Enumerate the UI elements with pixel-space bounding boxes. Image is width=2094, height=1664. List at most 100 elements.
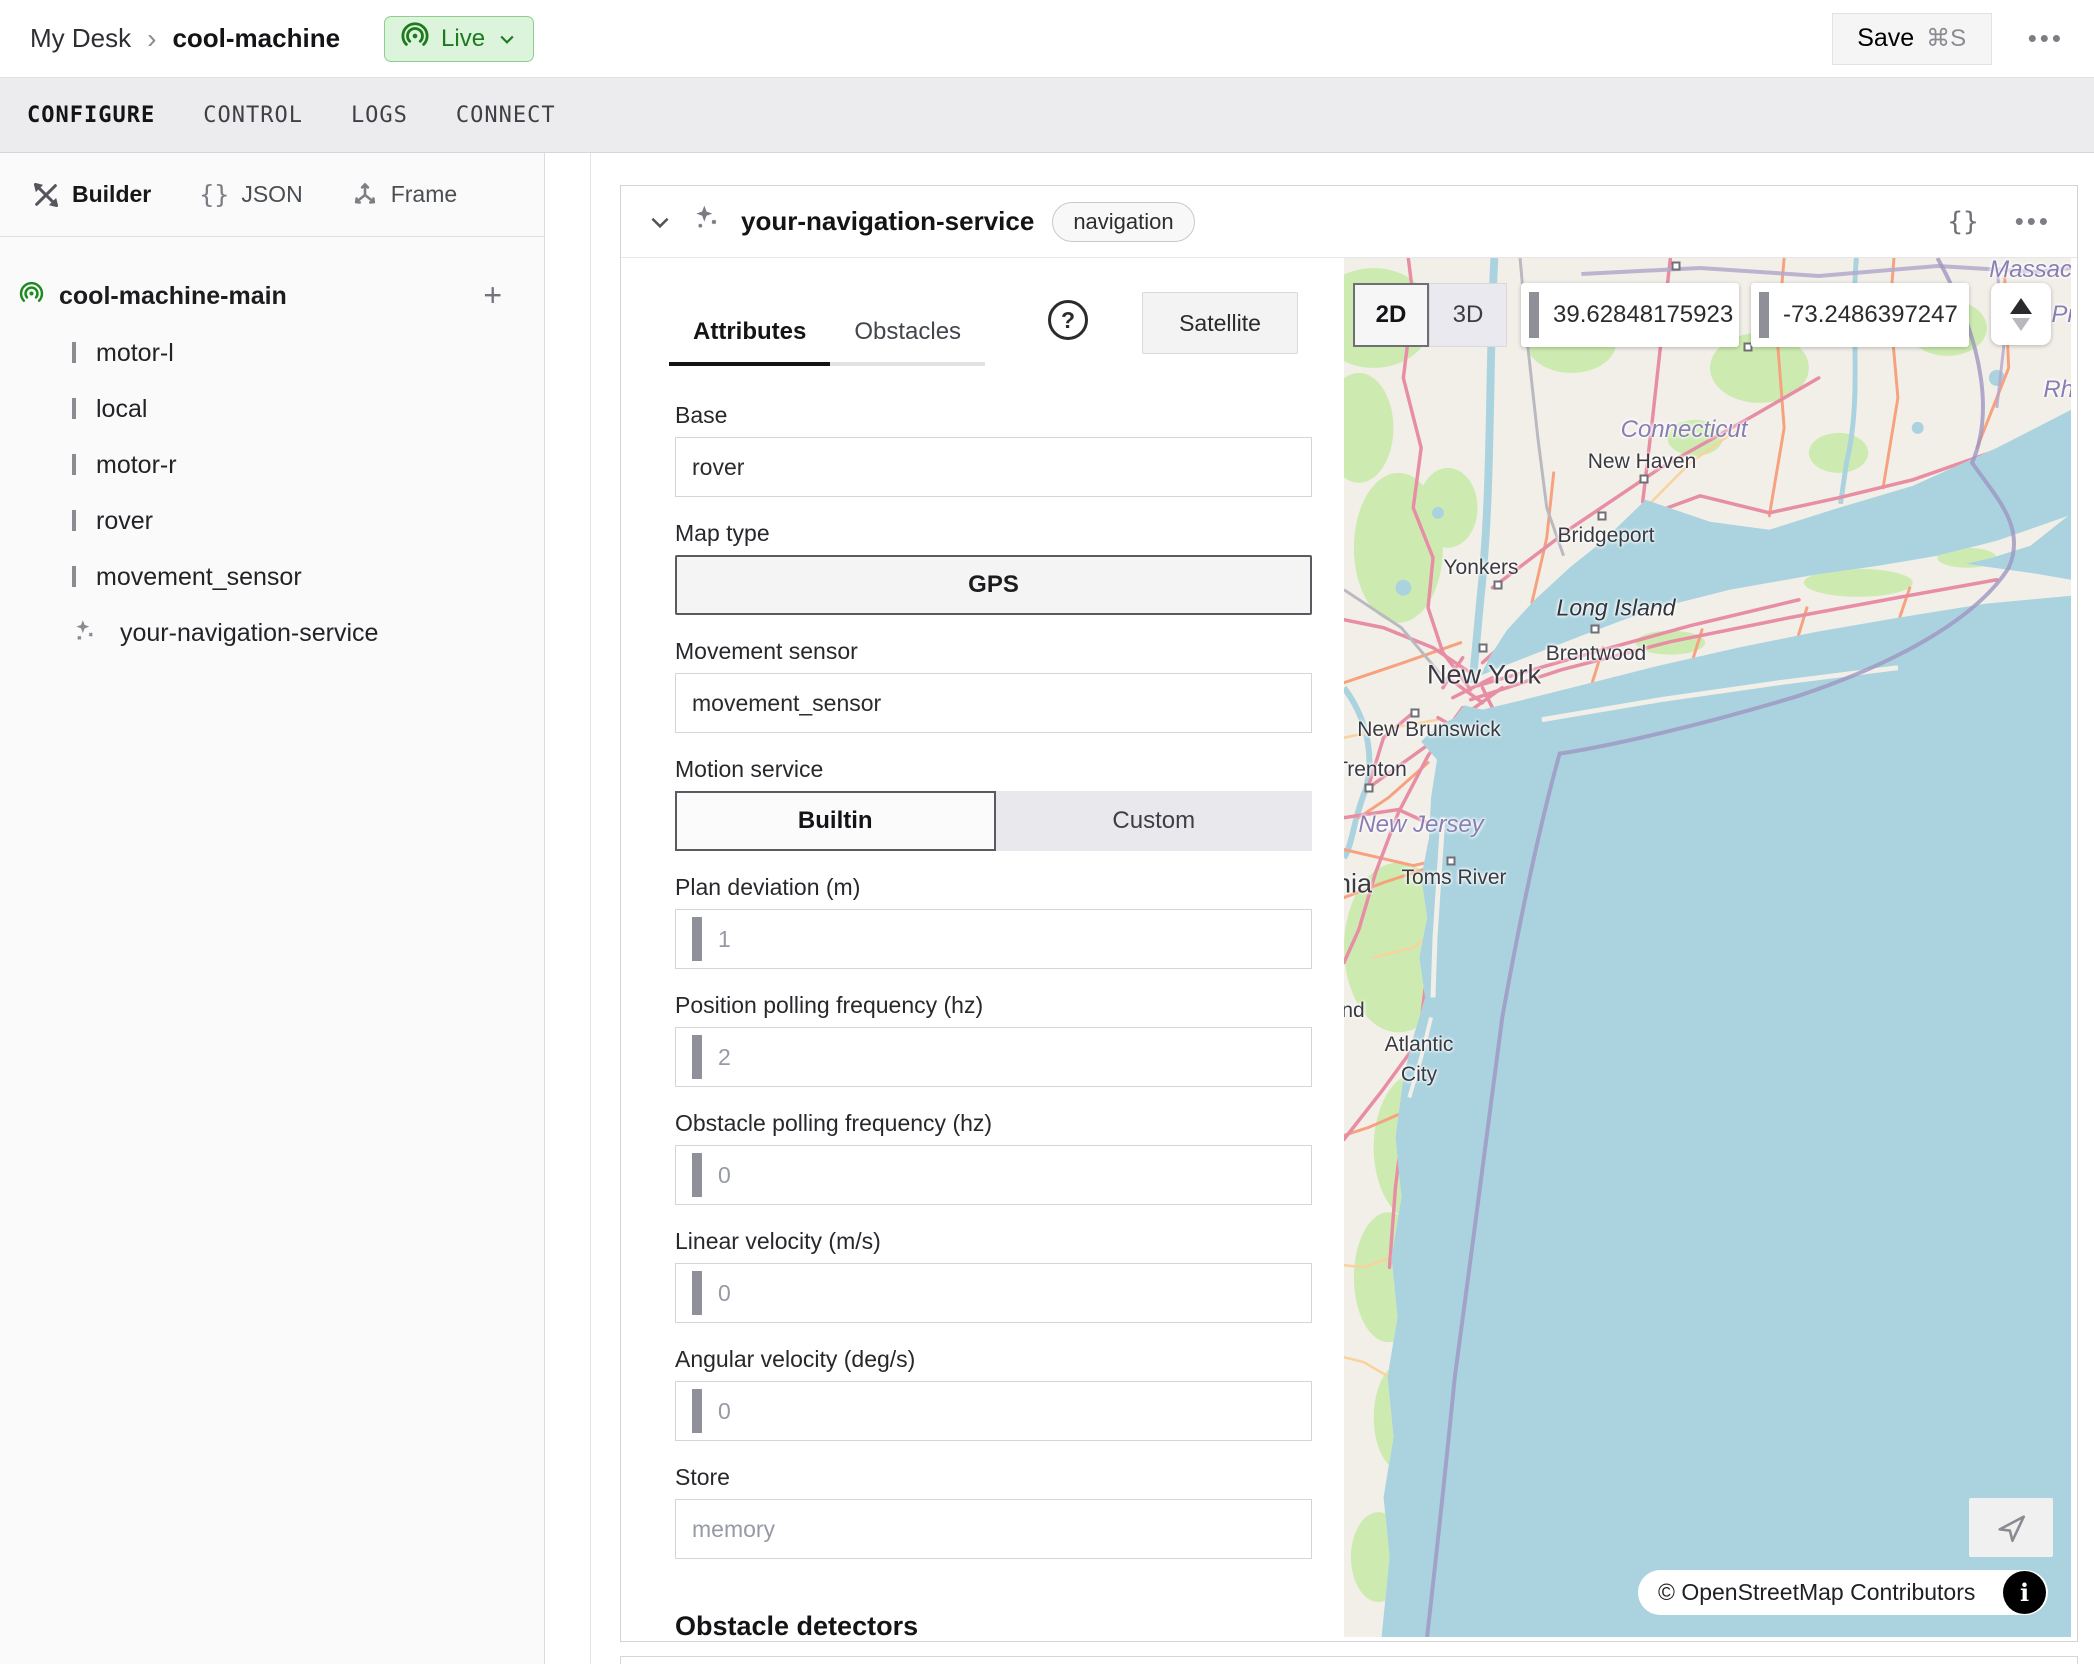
navigation-service-card: your-navigation-service navigation {} ••… — [620, 185, 2078, 1642]
obstacle-polling-frequency-hz-input[interactable]: 0 — [675, 1145, 1312, 1205]
map-type-button[interactable]: GPS — [675, 555, 1312, 615]
field-base: Baserover — [675, 402, 1312, 497]
frame-icon — [351, 181, 379, 209]
card-more-menu[interactable]: ••• — [2015, 206, 2051, 237]
tree-item-rover[interactable]: rover — [0, 493, 544, 549]
main-tab-configure[interactable]: CONFIGURE — [27, 103, 155, 128]
navigation-sparkle-icon — [691, 203, 723, 240]
option-custom[interactable]: Custom — [996, 791, 1313, 851]
next-card-top-edge — [620, 1656, 2078, 1664]
longitude-input[interactable]: -73.2486397247 — [1751, 283, 1969, 347]
attribute-tab-bar: AttributesObstacles — [669, 318, 985, 366]
info-icon[interactable]: i — [2003, 1571, 2046, 1614]
map-city-dot — [1447, 857, 1456, 866]
base-input[interactable]: rover — [675, 437, 1312, 497]
mode-builder[interactable]: Builder — [32, 181, 151, 209]
map-canvas — [1344, 258, 2071, 1637]
tree-item-local[interactable]: local — [0, 381, 544, 437]
tree-item-your-navigation-service[interactable]: your-navigation-service — [0, 605, 544, 661]
navigation-arrow-icon — [1994, 1511, 2028, 1545]
live-status-dropdown[interactable]: Live — [384, 16, 534, 62]
movement-sensor-input[interactable]: movement_sensor — [675, 673, 1312, 733]
add-component-button[interactable]: + — [483, 279, 502, 311]
tree-item-motor-r[interactable]: motor-r — [0, 437, 544, 493]
store-input[interactable]: memory — [675, 1499, 1312, 1559]
drag-handle[interactable] — [692, 1035, 702, 1079]
map-city-dot — [1479, 644, 1488, 653]
field-map-type: Map typeGPS — [675, 520, 1312, 615]
chevron-down-icon — [497, 29, 517, 49]
app-root: My Desk › cool-machine Live Save ⌘S ••• … — [0, 0, 2094, 1664]
field-position-polling-frequency-hz: Position polling frequency (hz)2 — [675, 992, 1312, 1087]
map-city-dot — [1494, 581, 1503, 590]
component-diamond-icon — [72, 400, 80, 418]
drag-handle[interactable] — [692, 917, 702, 961]
map-city-dot — [1365, 784, 1374, 793]
step-down-icon[interactable] — [2012, 318, 2030, 331]
tree-root-label: cool-machine-main — [59, 282, 287, 311]
angular-velocity-deg-s-input[interactable]: 0 — [675, 1381, 1312, 1441]
attributes-form: AttributesObstacles ? Satellite Baserove… — [621, 258, 1344, 1641]
tree-item-movement-sensor[interactable]: movement_sensor — [0, 549, 544, 605]
field-motion-service: Motion service BuiltinCustom — [675, 756, 1312, 851]
help-icon[interactable]: ? — [1048, 300, 1088, 340]
main-tab-connect[interactable]: CONNECT — [456, 103, 556, 128]
live-label: Live — [441, 25, 485, 53]
field-obstacle-polling-frequency-hz: Obstacle polling frequency (hz)0 — [675, 1110, 1312, 1205]
linear-velocity-m-s-input[interactable]: 0 — [675, 1263, 1312, 1323]
mode-json[interactable]: {}JSON — [199, 180, 302, 209]
step-up-icon[interactable] — [2010, 298, 2032, 314]
attr-tab-attributes[interactable]: Attributes — [669, 318, 830, 366]
card-header: your-navigation-service navigation {} ••… — [621, 186, 2077, 258]
mode-frame[interactable]: Frame — [351, 181, 457, 209]
sidebar: Builder {}JSON Frame cool-machine-main + m… — [0, 153, 545, 1664]
collapse-chevron-icon[interactable] — [647, 209, 673, 235]
field-store: Storememory — [675, 1464, 1312, 1559]
map-mode-3d-button[interactable]: 3D — [1429, 283, 1507, 347]
navigation-sparkle-icon — [72, 618, 104, 649]
save-button[interactable]: Save ⌘S — [1832, 13, 1992, 65]
drag-handle[interactable] — [692, 1153, 702, 1197]
recenter-button[interactable] — [1969, 1498, 2053, 1557]
field-label: Linear velocity (m/s) — [675, 1228, 1312, 1255]
machine-part-icon — [18, 280, 45, 312]
option-builtin[interactable]: Builtin — [675, 791, 996, 851]
satellite-toggle-button[interactable]: Satellite — [1142, 292, 1298, 354]
main-tab-logs[interactable]: LOGS — [351, 103, 408, 128]
component-diamond-icon — [72, 456, 80, 474]
tools-icon — [32, 181, 60, 209]
field-label: Plan deviation (m) — [675, 874, 1312, 901]
drag-handle[interactable] — [692, 1389, 702, 1433]
main-tab-bar: CONFIGURE CONTROL LOGS CONNECT — [0, 77, 2094, 153]
breadcrumb-parent[interactable]: My Desk — [30, 23, 131, 54]
position-polling-frequency-hz-input[interactable]: 2 — [675, 1027, 1312, 1087]
map-city-dot — [1598, 512, 1607, 521]
field-plan-deviation-m: Plan deviation (m) 1 — [675, 874, 1312, 969]
plan-deviation-m-input[interactable]: 1 — [675, 909, 1312, 969]
map-city-dot — [1672, 262, 1681, 271]
coordinate-stepper[interactable] — [1991, 283, 2051, 345]
field-label: Angular velocity (deg/s) — [675, 1346, 1312, 1373]
main-tab-control[interactable]: CONTROL — [203, 103, 303, 128]
tree-root-machine[interactable]: cool-machine-main + — [0, 267, 544, 325]
obstacle-detectors-heading: Obstacle detectors — [675, 1611, 1312, 1641]
broadcast-icon — [401, 22, 429, 55]
attr-tab-obstacles[interactable]: Obstacles — [830, 318, 985, 366]
machine-part-tree: cool-machine-main + motor-llocalmotor-rr… — [0, 237, 544, 661]
component-diamond-icon — [72, 568, 80, 586]
field-label: Motion service — [675, 756, 1312, 783]
map-city-dot — [1411, 709, 1420, 718]
json-braces-button[interactable]: {} — [1947, 207, 1978, 237]
top-header: My Desk › cool-machine Live Save ⌘S ••• — [0, 0, 2094, 77]
map-attribution: © OpenStreetMap Contributors i — [1638, 1570, 2048, 1615]
navigation-map[interactable]: MassachuProRhodConnecticutNew HavenBridg… — [1344, 258, 2071, 1637]
header-more-menu[interactable]: ••• — [2028, 23, 2064, 54]
map-mode-2d-button[interactable]: 2D — [1353, 283, 1429, 347]
drag-handle[interactable] — [1759, 292, 1769, 338]
service-type-badge: navigation — [1052, 202, 1194, 242]
braces-icon: {} — [199, 180, 229, 209]
latitude-input[interactable]: 39.62848175923 — [1521, 283, 1739, 347]
tree-item-motor-l[interactable]: motor-l — [0, 325, 544, 381]
drag-handle[interactable] — [692, 1271, 702, 1315]
drag-handle[interactable] — [1529, 292, 1539, 338]
